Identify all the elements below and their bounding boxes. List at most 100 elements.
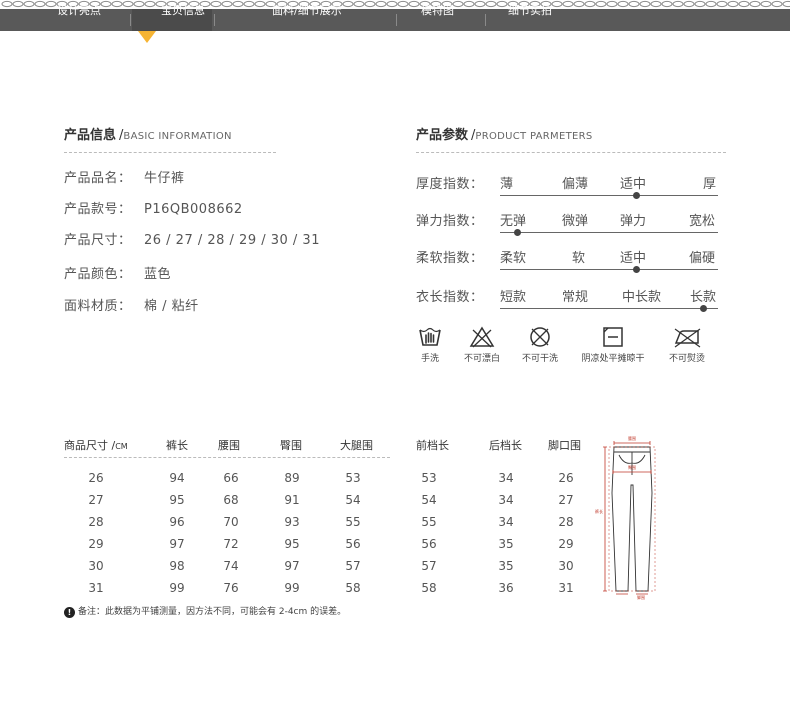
param-option: 长款: [690, 290, 717, 305]
table-cell: 34: [498, 515, 514, 529]
care-item-shade-flat-dry: 阴凉处平摊晾干: [575, 326, 651, 364]
table-cell: 94: [169, 471, 185, 485]
table-cell: 30: [558, 559, 574, 573]
table-cell: 27: [88, 493, 104, 507]
param-selected-dot: [700, 305, 707, 312]
nav-divider: [396, 14, 397, 26]
table-cell: 99: [169, 581, 185, 595]
nav-bar: [0, 9, 790, 31]
top-chain-border: [1, 0, 790, 8]
table-cell: 53: [421, 471, 437, 485]
care-item-hand-wash: 手洗: [412, 326, 448, 364]
table-cell: 28: [88, 515, 104, 529]
diagram-waist-label: 腰围: [628, 435, 636, 441]
info-title-cn: 产品信息: [64, 128, 117, 143]
param-selected-dot: [633, 266, 640, 273]
size-table-divider: [64, 457, 390, 458]
table-cell: 29: [558, 537, 574, 551]
no-iron-icon: [674, 328, 701, 348]
param-option: 常规: [562, 290, 589, 305]
table-cell: 56: [421, 537, 437, 551]
table-cell: 54: [345, 493, 361, 507]
table-cell: 97: [284, 559, 300, 573]
care-item-no-bleach: 不可漂白: [457, 326, 507, 364]
table-cell: 89: [284, 471, 300, 485]
param-option: 偏硬: [689, 251, 716, 266]
table-cell: 93: [284, 515, 300, 529]
info-row-material: 面料材质：棉 / 粘纤: [64, 299, 199, 314]
nav-tab-fabric-details[interactable]: 面料/细节展示: [272, 0, 342, 22]
no-bleach-icon: [469, 326, 495, 348]
param-option: 薄: [500, 177, 514, 192]
table-cell: 55: [421, 515, 437, 529]
table-cell: 31: [88, 581, 104, 595]
table-cell: 57: [345, 559, 361, 573]
active-tab-pointer-icon: [138, 31, 156, 43]
nav-tab-design-highlights[interactable]: 设计亮点: [57, 0, 101, 22]
table-cell: 57: [421, 559, 437, 573]
table-cell: 97: [169, 537, 185, 551]
param-option: 偏薄: [562, 177, 589, 192]
nav-divider: [130, 14, 131, 26]
shade-flat-dry-icon: [603, 327, 623, 347]
param-scale-line: [500, 269, 718, 270]
nav-divider: [485, 14, 486, 26]
param-scale-line: [500, 232, 718, 233]
nav-tab-detail-shots[interactable]: 细节实拍: [508, 0, 552, 22]
param-selected-dot: [633, 192, 640, 199]
table-cell: 26: [88, 471, 104, 485]
param-option: 微弹: [562, 214, 589, 229]
table-cell: 58: [345, 581, 361, 595]
param-option: 短款: [500, 290, 527, 305]
params-divider: [416, 152, 726, 153]
param-option: 适中: [620, 251, 647, 266]
param-option: 适中: [620, 177, 647, 192]
table-cell: 95: [284, 537, 300, 551]
size-header-waist: 腰围: [218, 439, 240, 452]
info-row-name: 产品品名： 牛仔裤: [64, 171, 185, 186]
hand-wash-icon: [419, 327, 441, 346]
nav-tab-model-photos[interactable]: 模特图: [421, 0, 454, 22]
table-cell: 70: [223, 515, 239, 529]
diagram-length-label: 裤长: [595, 508, 603, 514]
nav-tab-product-info[interactable]: 宝贝信息: [161, 0, 205, 22]
table-cell: 99: [284, 581, 300, 595]
param-label: 衣长指数：: [416, 290, 484, 305]
diagram-hip-label: 臀围: [628, 464, 636, 470]
table-cell: 27: [558, 493, 574, 507]
info-row-size: 产品尺寸： 26 / 27 / 28 / 29 / 30 / 31: [64, 233, 320, 248]
table-cell: 35: [498, 537, 514, 551]
table-cell: 28: [558, 515, 574, 529]
size-header-thigh: 大腿围: [340, 439, 373, 452]
size-header-back-rise: 后档长: [489, 439, 522, 452]
params-section-title: 产品参数/PRODUCT PARMETERS: [416, 128, 593, 143]
table-cell: 56: [345, 537, 361, 551]
table-cell: 55: [345, 515, 361, 529]
param-option: 无弹: [500, 214, 527, 229]
param-option: 柔软: [500, 251, 527, 266]
exclamation-icon: !: [64, 607, 75, 618]
param-scale-line: [500, 195, 718, 196]
table-cell: 74: [223, 559, 239, 573]
param-label: 柔软指数：: [416, 251, 484, 266]
size-header-length: 裤长: [166, 439, 188, 452]
nav-divider: [214, 14, 215, 26]
info-section-title: 产品信息/BASIC INFORMATION: [64, 128, 232, 143]
table-cell: 72: [223, 537, 239, 551]
table-cell: 91: [284, 493, 300, 507]
table-cell: 68: [223, 493, 239, 507]
jeans-measurement-diagram: 腰围 臀围 裤长 脚围: [595, 435, 656, 600]
param-option: 宽松: [689, 214, 716, 229]
table-cell: 26: [558, 471, 574, 485]
table-cell: 95: [169, 493, 185, 507]
care-item-no-iron: 不可熨烫: [662, 326, 712, 364]
param-label: 弹力指数：: [416, 214, 484, 229]
param-label: 厚度指数：: [416, 177, 484, 192]
size-header-hem: 脚口围: [548, 439, 581, 452]
param-option: 弹力: [620, 214, 647, 229]
table-cell: 34: [498, 471, 514, 485]
info-divider: [64, 152, 276, 153]
table-cell: 54: [421, 493, 437, 507]
table-cell: 76: [223, 581, 239, 595]
table-cell: 66: [223, 471, 239, 485]
